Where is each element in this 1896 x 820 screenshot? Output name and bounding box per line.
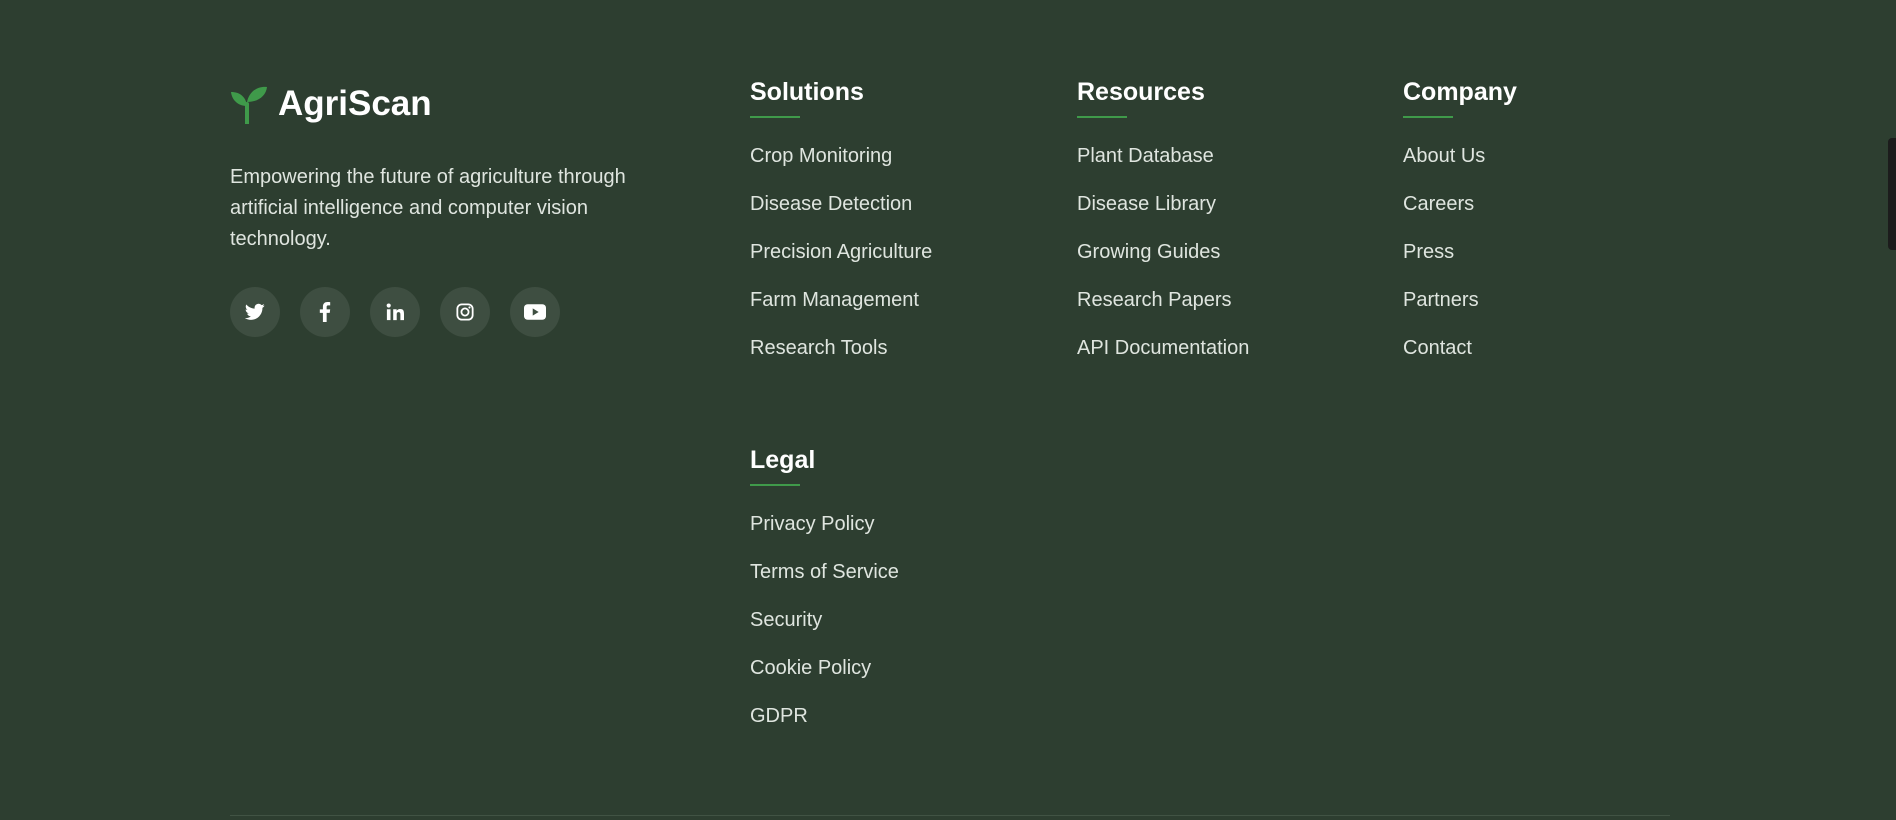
company-column: Company About Us Careers Press Partners … [1403,74,1703,384]
solutions-heading: Solutions [750,78,864,106]
link-api-documentation[interactable]: API Documentation [1077,336,1249,360]
link-research-papers[interactable]: Research Papers [1077,288,1232,312]
youtube-button[interactable] [510,287,560,337]
linkedin-icon [386,303,404,321]
link-growing-guides[interactable]: Growing Guides [1077,240,1220,264]
solutions-links: Crop Monitoring Disease Detection Precis… [750,144,1050,384]
link-security[interactable]: Security [750,608,822,632]
heading-underline [1077,116,1127,118]
link-partners[interactable]: Partners [1403,288,1479,312]
link-terms-of-service[interactable]: Terms of Service [750,560,899,584]
link-farm-management[interactable]: Farm Management [750,288,919,312]
legal-column: Legal Privacy Policy Terms of Service Se… [750,442,1050,752]
link-careers[interactable]: Careers [1403,192,1474,216]
social-links [230,287,670,337]
legal-links: Privacy Policy Terms of Service Security… [750,512,1050,752]
site-footer: AgriScan Empowering the future of agricu… [0,0,1896,820]
sprout-icon [230,84,268,126]
link-research-tools[interactable]: Research Tools [750,336,887,360]
resources-column: Resources Plant Database Disease Library… [1077,74,1377,384]
link-plant-database[interactable]: Plant Database [1077,144,1214,168]
company-heading: Company [1403,78,1517,106]
link-disease-library[interactable]: Disease Library [1077,192,1216,216]
logo[interactable]: AgriScan [230,82,670,126]
link-crop-monitoring[interactable]: Crop Monitoring [750,144,892,168]
resources-heading: Resources [1077,78,1205,106]
brand-tagline: Empowering the future of agriculture thr… [230,166,626,250]
link-press[interactable]: Press [1403,240,1454,264]
facebook-button[interactable] [300,287,350,337]
twitter-button[interactable] [230,287,280,337]
brand-name: AgriScan [278,84,432,123]
heading-underline [750,116,800,118]
link-cookie-policy[interactable]: Cookie Policy [750,656,871,680]
link-precision-agriculture[interactable]: Precision Agriculture [750,240,932,264]
company-links: About Us Careers Press Partners Contact [1403,144,1703,384]
linkedin-button[interactable] [370,287,420,337]
youtube-icon [524,304,546,320]
feedback-side-tab[interactable] [1888,138,1896,250]
solutions-column: Solutions Crop Monitoring Disease Detect… [750,74,1050,384]
instagram-icon [456,303,474,321]
link-privacy-policy[interactable]: Privacy Policy [750,512,874,536]
resources-links: Plant Database Disease Library Growing G… [1077,144,1377,384]
facebook-icon [319,302,331,322]
heading-underline [1403,116,1453,118]
brand-column: AgriScan Empowering the future of agricu… [230,82,670,337]
link-disease-detection[interactable]: Disease Detection [750,192,912,216]
twitter-icon [245,303,265,321]
link-about-us[interactable]: About Us [1403,144,1485,168]
instagram-button[interactable] [440,287,490,337]
link-gdpr[interactable]: GDPR [750,704,808,728]
footer-divider [230,815,1670,816]
link-contact[interactable]: Contact [1403,336,1472,360]
legal-heading: Legal [750,446,816,474]
heading-underline [750,484,800,486]
